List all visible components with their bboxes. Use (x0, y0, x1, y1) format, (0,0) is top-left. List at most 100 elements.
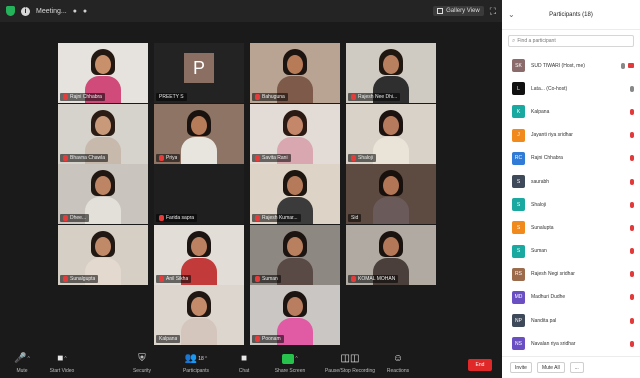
participant-video-tile[interactable]: Dhee... (58, 164, 148, 224)
participant-list-item[interactable]: RS Rajesh Negi sridhar (502, 263, 640, 286)
participant-search-box[interactable]: ⌕ (508, 35, 634, 47)
participant-video-tile[interactable]: Savita Rani (250, 103, 340, 164)
mic-muted-icon[interactable] (630, 294, 634, 301)
participant-name-tag: Kalpana (156, 335, 181, 343)
collapse-panel-icon[interactable]: ⌄ (508, 10, 515, 19)
participant-video-tile[interactable]: Sunalgupta (58, 224, 148, 285)
gallery-view-button[interactable]: Gallery View (433, 6, 484, 16)
participant-list: SK SUD TIWARI (Host, me) L Lata... (Co-host… (502, 54, 640, 378)
mic-muted-icon[interactable] (630, 132, 634, 139)
share-screen-button[interactable]: ^ Share Screen (268, 353, 312, 374)
participant-video-tile[interactable]: Shaloji (346, 103, 436, 164)
participant-list-name: Rajesh Negi sridhar (531, 271, 575, 278)
video-off-icon (628, 63, 634, 69)
participant-video-tile[interactable]: Rajesh Kumar... (250, 164, 340, 224)
mic-muted-icon[interactable] (630, 178, 634, 185)
participant-video-tile[interactable]: Bahuguna (250, 43, 340, 103)
participant-list-name: Nandita pal (531, 317, 557, 324)
participant-name: Rajni Chhabra (70, 94, 102, 100)
shield-icon[interactable] (6, 6, 15, 16)
mute-button[interactable]: 🎤 ^ Mute (0, 353, 44, 374)
participant-video-tile[interactable]: Farida sapra (154, 164, 244, 224)
reactions-label: Reactions (386, 368, 410, 374)
info-icon[interactable]: i (21, 6, 30, 16)
participants-panel-footer: Invite Mute All ... (502, 356, 640, 378)
mute-all-button[interactable]: Mute All (536, 362, 565, 373)
participant-list-name: SUD TIWARI (Host, me) (531, 62, 585, 69)
fullscreen-icon[interactable]: ⛶ (490, 6, 496, 17)
security-button[interactable]: ⛨ Security (120, 353, 164, 374)
participant-list-name: Jayanti riya sridhar (531, 132, 573, 139)
participant-search-input[interactable] (517, 38, 628, 44)
participant-video-tile[interactable]: Priya (154, 103, 244, 164)
participant-video-tile[interactable]: Poonam (250, 285, 340, 345)
participant-video-tile[interactable]: P PREETY S (154, 43, 244, 103)
mic-muted-icon[interactable] (630, 155, 634, 162)
participant-video-tile[interactable]: Kalpana (154, 285, 244, 345)
participant-status-icons (630, 108, 634, 115)
mic-muted-icon[interactable] (630, 108, 634, 115)
participant-video-tile[interactable]: Bhavna Chawla (58, 103, 148, 164)
participant-name: Savita Rani (262, 154, 288, 161)
participant-video-tile[interactable]: Anil Sikha (154, 224, 244, 285)
end-meeting-button[interactable]: End (468, 359, 492, 371)
participant-video-tile[interactable]: Suman (250, 224, 340, 285)
participant-status-icons (630, 224, 634, 231)
mic-muted-icon (255, 154, 260, 161)
participant-video-tile[interactable]: KOMAL MOHAN (346, 224, 436, 285)
participant-list-item[interactable]: S Suman (502, 240, 640, 263)
participant-figure (179, 291, 219, 345)
participant-name: Anil Sikha (166, 275, 189, 282)
record-label: Pause/Stop Recording (324, 368, 376, 374)
meeting-title: Meeting... (36, 7, 67, 15)
participant-list-name: Kalpana (531, 108, 550, 115)
participant-list-item[interactable]: J Jayanti riya sridhar (502, 124, 640, 147)
record-button[interactable]: ◫◫ Pause/Stop Recording (322, 353, 378, 374)
microphone-icon[interactable] (630, 85, 634, 92)
participant-list-item[interactable]: Ssaurabh (502, 170, 640, 193)
participant-avatar: K (512, 105, 525, 119)
participant-avatar: L (512, 82, 525, 96)
shield-icon: ⛨ (138, 353, 146, 364)
participant-list-name: Lata... (Co-host) (531, 85, 568, 92)
chat-button[interactable]: ■ Chat (222, 353, 266, 374)
participant-list-item[interactable]: NS Navalan riya sridhar (502, 332, 640, 355)
mic-muted-icon[interactable] (630, 340, 634, 347)
participant-name: Poonam (262, 336, 281, 342)
participant-figure (371, 170, 411, 224)
participant-list-item[interactable]: S Shaloji (502, 193, 640, 216)
share-screen-label: Share Screen (274, 368, 306, 374)
participant-list-name: Rajni Chhabra (531, 155, 563, 162)
microphone-icon[interactable] (621, 62, 625, 69)
reactions-button[interactable]: ☺ Reactions (376, 353, 420, 374)
participant-list-item[interactable]: S Sunalupta (502, 216, 640, 239)
participant-avatar: SK (512, 59, 525, 73)
participant-list-item[interactable]: K Kalpana (502, 100, 640, 123)
participant-status-icons (630, 178, 634, 185)
participant-list-item[interactable]: NP Nandita pal (502, 309, 640, 332)
participant-video-tile[interactable]: Sid (346, 164, 436, 224)
mic-muted-icon (351, 154, 356, 161)
participant-list-item[interactable]: SK SUD TIWARI (Host, me) (502, 54, 640, 77)
participant-name: Shaloji (358, 154, 374, 161)
participant-list-item[interactable]: MD Madhuri Dudhe (502, 286, 640, 309)
mic-muted-icon[interactable] (630, 317, 634, 324)
mic-muted-icon[interactable] (630, 201, 634, 208)
mic-muted-icon[interactable] (630, 224, 634, 231)
invite-button[interactable]: Invite (510, 362, 532, 373)
start-video-button[interactable]: ■ ^ Start Video (40, 353, 84, 374)
mic-muted-icon[interactable] (630, 248, 634, 255)
participant-avatar: S (512, 175, 525, 189)
participant-status-icons (630, 201, 634, 208)
participants-button[interactable]: 👥 18 ^ Participants (174, 353, 218, 374)
participant-name-tag: Sid (348, 214, 362, 222)
participant-video-tile[interactable]: Rajesh Nee Dhi... (346, 43, 436, 103)
participant-list-item[interactable]: RC Rajni Chhabra (502, 147, 640, 170)
more-options-button[interactable]: ... (569, 362, 584, 373)
participant-name-tag: Savita Rani (252, 153, 291, 162)
participant-video-tile[interactable]: Rajni Chhabra (58, 43, 148, 103)
search-icon: ⌕ (512, 37, 516, 44)
mic-muted-icon (63, 215, 68, 221)
mic-muted-icon[interactable] (630, 271, 634, 278)
participant-list-item[interactable]: L Lata... (Co-host) (502, 77, 640, 100)
